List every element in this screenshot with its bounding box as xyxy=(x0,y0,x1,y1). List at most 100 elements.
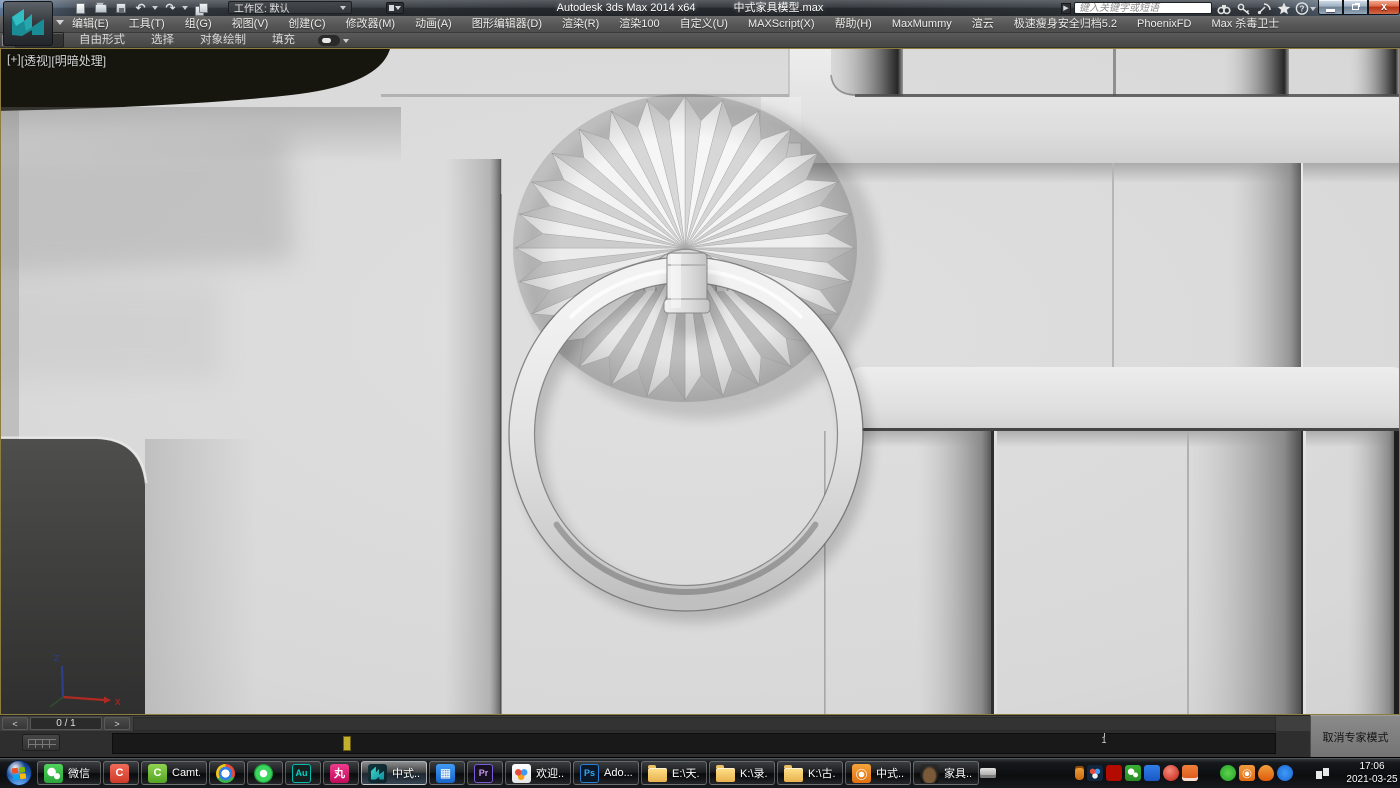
qat-flyout-button[interactable] xyxy=(386,2,404,14)
taskbar-wanzi[interactable]: 丸 xyxy=(323,761,359,785)
track-bar[interactable]: 1 xyxy=(112,733,1276,754)
menu-item[interactable]: 编辑(E) xyxy=(62,16,119,32)
tray-ime-icon[interactable] xyxy=(1018,765,1034,781)
search-history-button[interactable]: ▶ xyxy=(1061,3,1071,14)
close-button[interactable]: x xyxy=(1368,0,1400,15)
tray-camera-icon[interactable] xyxy=(1239,765,1255,781)
restore-button[interactable] xyxy=(1343,0,1368,15)
ribbon-tab[interactable]: 自由形式 xyxy=(66,33,138,47)
redo-button[interactable]: ↷ xyxy=(162,1,179,15)
start-button[interactable] xyxy=(2,759,36,787)
menu-item[interactable]: 工具(T) xyxy=(119,16,175,32)
key-license-icon[interactable] xyxy=(1236,2,1251,15)
timeline-key-marker[interactable] xyxy=(343,736,351,751)
app-icon: 丸 xyxy=(330,764,349,783)
frame-counter[interactable]: 0 / 1 xyxy=(30,717,102,730)
minimize-button[interactable] xyxy=(1318,0,1343,15)
menu-item[interactable]: 极速瘦身安全归档5.2 xyxy=(1004,16,1127,32)
open-file-button[interactable] xyxy=(92,1,109,15)
menu-item[interactable]: 创建(C) xyxy=(278,16,335,32)
taskbar-furniture-image[interactable]: 家具... xyxy=(913,761,979,785)
taskbar-360-browser[interactable] xyxy=(247,761,283,785)
undo-button[interactable]: ↶ xyxy=(132,1,149,15)
menu-item[interactable]: MaxMummy xyxy=(882,16,962,32)
object-paint-flyout[interactable] xyxy=(318,35,340,46)
menu-item[interactable]: 渲染(R) xyxy=(552,16,609,32)
tray-keyboard-icon[interactable] xyxy=(980,768,996,778)
tray-clip-icon[interactable] xyxy=(1037,765,1053,781)
tray-downloader-icon[interactable] xyxy=(1056,765,1072,781)
next-frame-button[interactable]: > xyxy=(104,717,130,730)
menu-item[interactable]: MAXScript(X) xyxy=(738,16,825,32)
tray-pc-manager-icon[interactable] xyxy=(1144,765,1160,781)
viewport-menu-item[interactable]: [透视] xyxy=(21,52,52,69)
help-icon[interactable]: ? xyxy=(1294,2,1309,15)
communication-center-icon[interactable] xyxy=(1256,2,1271,15)
ribbon-tab[interactable]: 填充 xyxy=(259,33,308,47)
menu-item[interactable]: 渲云 xyxy=(962,16,1004,32)
tray-network-icon[interactable] xyxy=(1315,765,1331,781)
menu-item[interactable]: 组(G) xyxy=(175,16,222,32)
application-menu-button[interactable] xyxy=(3,1,53,46)
tray-netease-icon[interactable] xyxy=(1277,765,1293,781)
tray-updater-icon[interactable] xyxy=(1220,765,1236,781)
taskbar-folder-k2[interactable]: K:\古... xyxy=(777,761,843,785)
axis-z-label: z xyxy=(54,652,60,664)
taskbar-clock[interactable]: 17:06 2021-03-25 xyxy=(1335,760,1400,787)
tray-wechat-icon[interactable] xyxy=(1125,765,1141,781)
viewport-menu-item[interactable]: [+] xyxy=(7,52,21,69)
cancel-expert-mode-button[interactable]: 取消专家模式 xyxy=(1323,729,1389,745)
taskbar-chrome[interactable] xyxy=(209,761,245,785)
taskbar-photoshop[interactable]: Ps Ado... xyxy=(573,761,639,785)
tray-docs-icon[interactable] xyxy=(1087,765,1103,781)
menu-item[interactable]: 视图(V) xyxy=(222,16,279,32)
app-menu-caret-icon[interactable] xyxy=(56,20,64,25)
tray-vial-icon[interactable] xyxy=(1075,766,1084,780)
viewport-menu-item[interactable]: [明暗处理] xyxy=(51,52,106,69)
tray-show-hidden-icon[interactable] xyxy=(999,765,1015,781)
menu-item[interactable]: 渲染100 xyxy=(609,16,669,32)
menu-item[interactable]: 动画(A) xyxy=(405,16,462,32)
viewport-canvas[interactable]: x z xyxy=(1,49,1399,715)
tray-alert-icon[interactable] xyxy=(1163,765,1179,781)
taskbar-premiere[interactable]: Pr xyxy=(467,761,503,785)
taskbar-wechat[interactable]: 微信 xyxy=(37,761,101,785)
project-folder-button[interactable] xyxy=(192,1,209,15)
menu-item[interactable]: Max 杀毒卫士 xyxy=(1201,16,1289,32)
menu-item[interactable]: 修改器(M) xyxy=(336,16,406,32)
favorites-star-icon[interactable] xyxy=(1276,2,1291,15)
save-file-button[interactable] xyxy=(112,1,129,15)
taskbar-camtasia[interactable]: C Camt... xyxy=(141,761,207,785)
mini-curve-editor-button[interactable] xyxy=(22,734,60,751)
undo-dropdown[interactable] xyxy=(152,6,158,10)
previous-frame-button[interactable]: < xyxy=(2,717,28,730)
ribbon-tab[interactable]: 对象绘制 xyxy=(187,33,259,47)
menu-item[interactable]: 自定义(U) xyxy=(670,16,738,32)
menu-item[interactable]: 帮助(H) xyxy=(825,16,882,32)
clock-date: 2021-03-25 xyxy=(1335,773,1400,787)
ribbon-tab[interactable]: 选择 xyxy=(138,33,187,47)
help-dropdown[interactable] xyxy=(1310,7,1316,11)
menu-item[interactable]: 图形编辑器(D) xyxy=(462,16,552,32)
search-input[interactable] xyxy=(1074,2,1212,14)
tray-security-icon[interactable] xyxy=(1258,765,1274,781)
redo-dropdown[interactable] xyxy=(182,6,188,10)
time-slider-track[interactable] xyxy=(133,717,1276,731)
taskbar-welcome-dialog[interactable]: 欢迎... xyxy=(505,761,571,785)
binoculars-search-icon[interactable] xyxy=(1216,2,1231,15)
new-scene-button[interactable] xyxy=(72,1,89,15)
taskbar-folder-k1[interactable]: K:\录... xyxy=(709,761,775,785)
menu-item[interactable]: PhoenixFD xyxy=(1127,16,1201,32)
taskbar-screenshot-tool[interactable]: 中式... xyxy=(845,761,911,785)
tray-acrobat-icon[interactable] xyxy=(1106,765,1122,781)
taskbar-video-app[interactable]: ▦ xyxy=(429,761,465,785)
taskbar-audition[interactable]: Au xyxy=(285,761,321,785)
tray-usb-icon[interactable] xyxy=(1201,765,1217,781)
tray-volume-icon[interactable] xyxy=(1296,765,1312,781)
taskbar-folder-e[interactable]: E:\天... xyxy=(641,761,707,785)
taskbar-3dsmax[interactable]: 中式... xyxy=(361,761,427,785)
app-icon: Au xyxy=(292,764,311,783)
tray-mail-icon[interactable] xyxy=(1182,765,1198,781)
taskbar-camtasia-recorder[interactable]: C xyxy=(103,761,139,785)
workspace-selector[interactable]: 工作区: 默认 xyxy=(228,1,352,14)
